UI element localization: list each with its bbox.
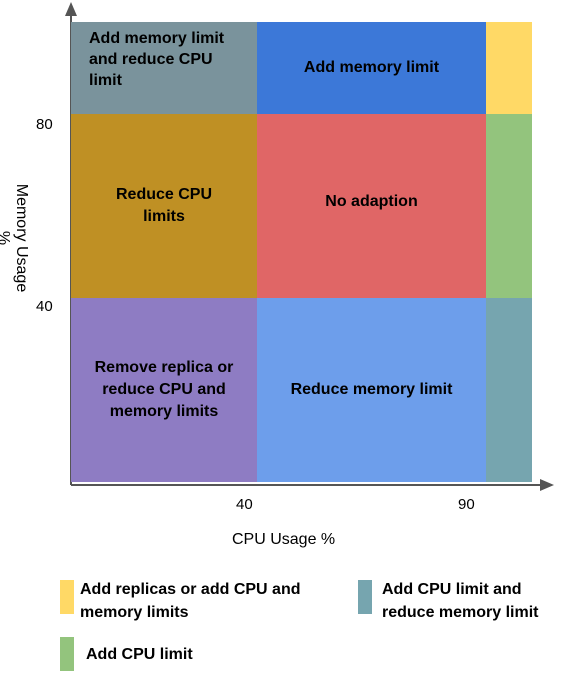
region-label: No adaption bbox=[325, 193, 418, 210]
y-axis-arrow bbox=[65, 2, 77, 16]
region-label: Reduce CPU limits bbox=[115, 186, 213, 225]
region-label: Reduce memory limit bbox=[290, 381, 453, 398]
region-no-adaption: No adaption bbox=[257, 114, 486, 298]
legend-swatch-yellow bbox=[60, 580, 74, 614]
region-bottom-right bbox=[486, 298, 532, 482]
x-tick-40: 40 bbox=[236, 496, 253, 513]
region-reduce-memory-limit: Reduce memory limit bbox=[257, 298, 486, 482]
region-add-memory-limit: Add memory limit bbox=[257, 22, 486, 114]
region-label: Add memory limit bbox=[303, 59, 440, 76]
region-mid-right bbox=[486, 114, 532, 298]
region-label: Add memory limit and reduce CPU limit bbox=[89, 30, 225, 89]
legend-label-teal: Add CPU limit and reduce memory limit bbox=[382, 581, 539, 621]
y-axis-title: Memory Usage % bbox=[0, 183, 30, 293]
legend-swatch-teal bbox=[358, 580, 372, 614]
x-tick-90: 90 bbox=[458, 496, 475, 513]
legend-label-green: Add CPU limit bbox=[86, 646, 193, 663]
region-reduce-cpu-limits: Reduce CPU limits bbox=[71, 114, 257, 298]
region-top-right bbox=[486, 22, 532, 114]
region-remove-replica: Remove replica or reduce CPU and memory … bbox=[71, 298, 257, 482]
region-label: Remove replica or reduce CPU and memory … bbox=[94, 359, 234, 420]
region-add-memory-reduce-cpu: Add memory limit and reduce CPU limit bbox=[71, 22, 257, 114]
y-tick-40: 40 bbox=[36, 298, 53, 315]
y-tick-80: 80 bbox=[36, 116, 53, 133]
legend-swatch-green bbox=[60, 637, 74, 671]
x-axis-title: CPU Usage % bbox=[232, 531, 336, 548]
x-axis-arrow bbox=[540, 479, 554, 491]
legend-label-yellow: Add replicas or add CPU and memory limit… bbox=[80, 581, 301, 621]
